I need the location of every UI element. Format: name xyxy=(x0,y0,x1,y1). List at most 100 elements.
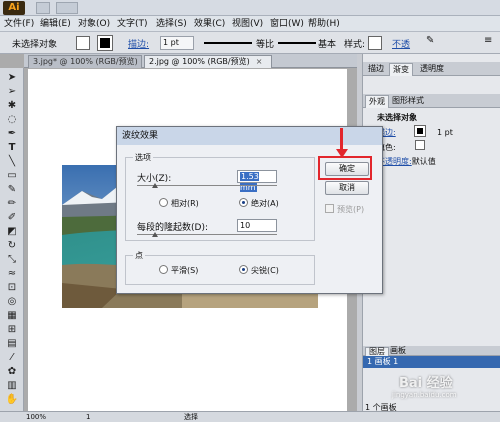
tab-gradient[interactable]: 渐变 xyxy=(389,63,413,76)
recolor-icon[interactable]: ✎ xyxy=(426,35,434,46)
menu-view[interactable]: 视图(V) xyxy=(232,16,263,32)
app-logo: Ai xyxy=(3,1,25,15)
tab-layers[interactable]: 图层 xyxy=(365,347,389,356)
appearance-no-selection: 未选择对象 xyxy=(377,113,417,122)
shape-builder-tool-icon[interactable]: ◎ xyxy=(4,296,20,308)
size-input[interactable]: 1.53 mm xyxy=(237,170,277,192)
zoom-level[interactable]: 100% xyxy=(26,412,46,422)
mesh-tool-icon[interactable]: ⊞ xyxy=(4,324,20,336)
ridges-slider-track[interactable] xyxy=(137,234,277,235)
style-label: 样式: xyxy=(344,40,366,50)
ridges-slider-handle[interactable] xyxy=(152,232,158,237)
pencil-tool-icon[interactable]: ✏ xyxy=(4,198,20,210)
appearance-stroke-swatch[interactable] xyxy=(414,125,426,137)
scale-tool-icon[interactable]: ⤡ xyxy=(4,254,20,266)
magic-wand-tool-icon[interactable]: ✱ xyxy=(4,100,20,112)
stroke-link[interactable]: 描边: xyxy=(128,37,149,50)
artboard-row[interactable]: 1 画板 1 xyxy=(363,356,500,368)
free-transform-tool-icon[interactable]: ⊡ xyxy=(4,282,20,294)
menu-help[interactable]: 帮助(H) xyxy=(308,16,340,32)
ridges-input[interactable]: 10 xyxy=(237,219,277,232)
tab-appearance[interactable]: 外观 xyxy=(365,95,389,108)
tab-stroke[interactable]: 描边 xyxy=(365,63,387,76)
menu-type[interactable]: 文字(T) xyxy=(117,16,148,32)
menu-effect[interactable]: 效果(C) xyxy=(194,16,225,32)
options-group-label: 选项 xyxy=(133,152,153,163)
hand-tool-icon[interactable]: ✋ xyxy=(4,394,20,406)
rotate-tool-icon[interactable]: ↻ xyxy=(4,240,20,252)
relative-label: 相对(R) xyxy=(171,199,199,208)
doc-tab-label: 3.jpg* @ 100% (RGB/预览) xyxy=(33,57,138,66)
bridge-button[interactable] xyxy=(36,2,50,14)
arrange-documents-button[interactable] xyxy=(56,2,78,14)
selection-tool-icon[interactable]: ➤ xyxy=(4,72,20,84)
size-slider-handle[interactable] xyxy=(152,183,158,188)
point-group xyxy=(125,255,315,285)
size-slider-track[interactable] xyxy=(137,185,277,186)
relative-radio[interactable] xyxy=(159,198,168,207)
menu-select[interactable]: 选择(S) xyxy=(156,16,187,32)
brush-label[interactable]: 基本 xyxy=(318,37,336,50)
absolute-radio[interactable] xyxy=(239,198,248,207)
tab-graphic-styles[interactable]: 图形样式 xyxy=(389,95,427,108)
eraser-tool-icon[interactable]: ◩ xyxy=(4,226,20,238)
menu-file[interactable]: 文件(F) xyxy=(4,16,34,32)
profile-label[interactable]: 等比 xyxy=(256,37,274,50)
appearance-fill-swatch[interactable] xyxy=(415,140,425,150)
menu-bar: 文件(F) 编辑(E) 对象(O) 文字(T) 选择(S) 效果(C) 视图(V… xyxy=(0,16,500,32)
cancel-button[interactable]: 取消 xyxy=(325,181,369,195)
gradient-tool-icon[interactable]: ▤ xyxy=(4,338,20,350)
symbol-sprayer-tool-icon[interactable]: ✿ xyxy=(4,366,20,378)
annotation-highlight-box xyxy=(318,156,372,180)
doc-tab-2[interactable]: 2.jpg @ 100% (RGB/预览) × xyxy=(144,55,272,68)
rectangle-tool-icon[interactable]: ▭ xyxy=(4,170,20,182)
menu-edit[interactable]: 编辑(E) xyxy=(40,16,71,32)
point-group-label: 点 xyxy=(133,250,145,261)
page-number[interactable]: 1 xyxy=(86,412,90,422)
doc-tab-label: 2.jpg @ 100% (RGB/预览) xyxy=(149,57,250,66)
panel-menu-icon[interactable]: ≡ xyxy=(484,35,492,46)
stroke-swatch[interactable] xyxy=(97,35,113,51)
appearance-panel-tabs: 外观 图形样式 xyxy=(363,94,500,108)
ridges-label: 每段的隆起数(D): xyxy=(137,223,208,233)
menu-object[interactable]: 对象(O) xyxy=(78,16,110,32)
stroke-weight-dropdown[interactable]: 1 pt xyxy=(160,36,194,50)
smooth-radio[interactable] xyxy=(159,265,168,274)
doc-tab-1[interactable]: 3.jpg* @ 100% (RGB/预览)× xyxy=(28,55,150,68)
fill-swatch[interactable] xyxy=(76,36,90,50)
corner-label: 尖锐(C) xyxy=(251,266,279,275)
type-tool-icon[interactable]: T xyxy=(4,142,20,154)
appearance-stroke-weight: 1 pt xyxy=(437,128,453,137)
appearance-opacity-row[interactable]: 不透明度:默认值 xyxy=(377,156,436,167)
preview-label: 预览(P) xyxy=(337,205,365,214)
watermark-url: jingyan.baidu.com xyxy=(392,391,457,399)
line-tool-icon[interactable]: ╲ xyxy=(4,156,20,168)
direct-selection-tool-icon[interactable]: ➢ xyxy=(4,86,20,98)
document-tab-strip: 3.jpg* @ 100% (RGB/预览)× 2.jpg @ 100% (RG… xyxy=(24,54,357,68)
stroke-panel-tabs: 描边 渐变 透明度 xyxy=(363,62,500,76)
tab-artboards[interactable]: 画板 xyxy=(387,347,409,356)
style-swatch[interactable] xyxy=(368,36,382,50)
annotation-arrow-shaft xyxy=(340,128,343,150)
paintbrush-tool-icon[interactable]: ✎ xyxy=(4,184,20,196)
opacity-link[interactable]: 不透 xyxy=(392,37,410,50)
layers-panel-tabs: 图层 画板 xyxy=(363,346,500,356)
eyedropper-tool-icon[interactable]: ⁄ xyxy=(4,352,20,364)
status-bar: 100% 1 选择 xyxy=(0,411,500,422)
pen-tool-icon[interactable]: ✒ xyxy=(4,128,20,140)
preview-checkbox[interactable] xyxy=(325,204,334,213)
graph-tool-icon[interactable]: ▥ xyxy=(4,380,20,392)
brush-stroke-preview xyxy=(278,42,316,44)
profile-stroke-preview xyxy=(204,42,252,44)
control-bar: 未选择对象 描边: 1 pt 等比 基本 样式: 不透 ✎ ≡ xyxy=(0,32,500,54)
selection-status: 未选择对象 xyxy=(12,40,58,50)
corner-radio[interactable] xyxy=(239,265,248,274)
tab-transparency[interactable]: 透明度 xyxy=(417,63,447,76)
watermark-brand: Bai 经验 xyxy=(399,376,453,391)
perspective-grid-tool-icon[interactable]: ▦ xyxy=(4,310,20,322)
menu-window[interactable]: 窗口(W) xyxy=(270,16,304,32)
lasso-tool-icon[interactable]: ◌ xyxy=(4,114,20,126)
warp-tool-icon[interactable]: ≈ xyxy=(4,268,20,280)
close-icon[interactable]: × xyxy=(256,57,263,66)
blob-brush-tool-icon[interactable]: ✐ xyxy=(4,212,20,224)
